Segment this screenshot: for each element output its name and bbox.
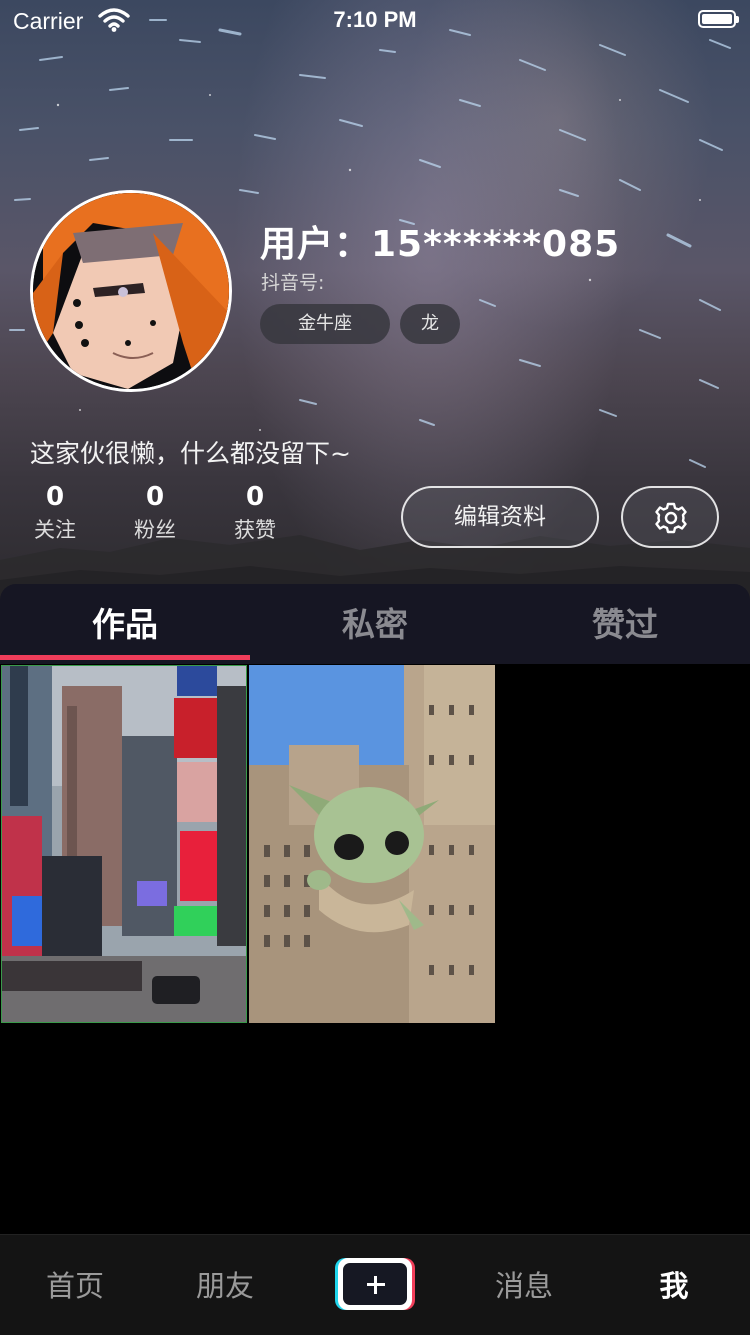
plus-icon [338, 1258, 412, 1310]
status-bar: Carrier 7:10 PM [0, 0, 750, 40]
avatar[interactable] [30, 190, 232, 392]
username: 用户：15******085 [260, 224, 621, 265]
active-tab-indicator [0, 655, 250, 660]
create-button[interactable] [335, 1258, 415, 1310]
tag-zodiac: 金牛座 [260, 304, 390, 344]
stat-likes[interactable]: 0 获赞 [220, 482, 290, 544]
tag-chinese-zodiac: 龙 [400, 304, 460, 344]
stat-following-count: 0 [45, 482, 65, 512]
gear-icon [655, 502, 687, 534]
stat-likes-count: 0 [245, 482, 265, 512]
nav-messages[interactable]: 消息 [449, 1263, 599, 1305]
battery-icon [698, 10, 739, 28]
nav-home[interactable]: 首页 [0, 1263, 150, 1305]
douyin-id-label: 抖音号: [261, 272, 325, 294]
edit-profile-button[interactable]: 编辑资料 [401, 486, 599, 548]
avatar-image [33, 193, 229, 389]
profile-bio: 这家伙很懒，什么都没留下~ [30, 439, 351, 468]
video-thumbnail-image [249, 665, 495, 1023]
stat-following-label: 关注 [34, 518, 76, 542]
video-thumbnail-image [2, 666, 246, 1022]
video-thumbnail[interactable] [249, 665, 495, 1023]
stat-followers-label: 粉丝 [134, 518, 176, 542]
stat-followers[interactable]: 0 粉丝 [120, 482, 190, 544]
nav-friends[interactable]: 朋友 [150, 1263, 300, 1305]
tab-works[interactable]: 作品 [0, 598, 250, 646]
nav-me[interactable]: 我 [599, 1263, 749, 1305]
stat-likes-label: 获赞 [234, 518, 276, 542]
stat-followers-count: 0 [145, 482, 165, 512]
content-tabs: 作品 私密 赞过 [0, 584, 750, 664]
status-time: 7:10 PM [333, 7, 417, 32]
tab-private[interactable]: 私密 [250, 598, 500, 646]
tab-liked[interactable]: 赞过 [500, 598, 750, 646]
settings-button[interactable] [621, 486, 719, 548]
stat-following[interactable]: 0 关注 [20, 482, 90, 544]
video-thumbnail[interactable] [1, 665, 247, 1023]
